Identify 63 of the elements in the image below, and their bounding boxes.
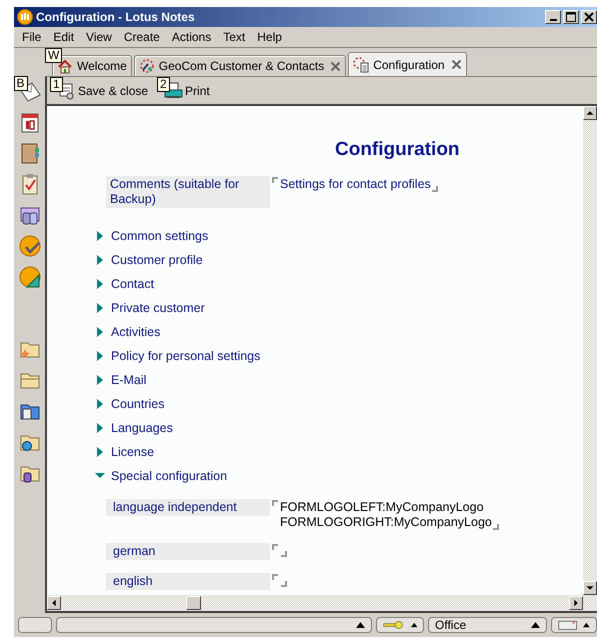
input-field[interactable] [270, 573, 288, 587]
input-field[interactable] [270, 543, 288, 557]
field-label: Comments (suitable for Backup) [106, 176, 270, 208]
document-title: Configuration [335, 139, 461, 161]
menu-item[interactable]: Edit [47, 30, 80, 44]
menu-item[interactable]: View [80, 30, 118, 44]
section-header[interactable]: Customer profile [94, 248, 583, 272]
status-panel [18, 617, 52, 633]
scroll-right-icon[interactable] [569, 596, 583, 610]
maximize-icon [566, 12, 576, 22]
input-field[interactable]: Settings for contact profiles [270, 176, 439, 192]
section-header[interactable]: Common settings [94, 224, 583, 248]
shortcut-badge: 2 [157, 77, 170, 92]
menu-item[interactable]: File [16, 30, 48, 44]
menu-item[interactable]: Help [251, 30, 288, 44]
maximize-button[interactable] [563, 10, 579, 24]
section-header[interactable]: Policy for personal settings [94, 344, 583, 368]
field-label: english [106, 573, 270, 590]
menu-item[interactable]: Create [118, 30, 166, 44]
section-header[interactable]: Special configuration [94, 464, 583, 488]
menu-item[interactable]: Actions [166, 30, 218, 44]
scroll-up-icon[interactable] [583, 106, 597, 120]
close-icon [584, 12, 594, 22]
minimize-button[interactable] [545, 10, 561, 24]
up-arrow-icon[interactable] [531, 622, 540, 628]
scroll-down-icon[interactable] [583, 581, 597, 595]
up-arrow-icon[interactable] [410, 622, 417, 628]
window-title: Configuration - Lotus Notes [36, 10, 196, 24]
check-badge-icon[interactable] [18, 234, 42, 258]
triangle-badge-icon[interactable] [18, 265, 42, 289]
house-icon [57, 58, 73, 74]
inbox-icon [558, 618, 578, 632]
section-header[interactable]: Private customer [94, 296, 583, 320]
input-field[interactable]: FORMLOGOLEFT:MyCompanyLogo FORMLOGORIGHT:MyCompanyLogo [270, 499, 500, 530]
section-header[interactable]: Contact [94, 272, 583, 296]
section-header[interactable]: Countries [94, 392, 583, 416]
minimize-icon [550, 19, 556, 21]
shortcut-badge: 1 [50, 77, 63, 92]
scroll-left-icon[interactable] [47, 596, 61, 610]
horizontal-scrollbar[interactable] [47, 595, 597, 613]
tab[interactable]: GeoCom Customer & Contacts [134, 55, 346, 76]
field-label: german [106, 543, 270, 560]
close-icon[interactable] [450, 59, 462, 70]
section-header[interactable]: License [94, 440, 583, 464]
mail-panel[interactable] [551, 617, 597, 633]
menu-item[interactable]: Text [217, 30, 252, 44]
section-header[interactable]: Languages [94, 416, 583, 440]
section-header[interactable]: Activities [94, 320, 583, 344]
shortcut-badge: W [45, 48, 62, 63]
vertical-scrollbar[interactable] [583, 106, 597, 595]
shortcut-badge: B [14, 76, 28, 91]
location-panel[interactable]: Office [428, 617, 547, 633]
up-arrow-icon[interactable] [356, 622, 365, 628]
up-arrow-icon[interactable] [583, 622, 590, 628]
app-logo-icon [17, 9, 33, 25]
close-icon[interactable] [330, 60, 342, 72]
section-header[interactable]: E-Mail [94, 368, 583, 392]
field-label: language independent [106, 499, 270, 516]
close-button[interactable] [581, 10, 597, 24]
tab[interactable]: Configuration [348, 52, 467, 76]
key-icon [383, 619, 405, 631]
security-panel[interactable] [376, 617, 424, 633]
scroll-thumb[interactable] [186, 596, 201, 610]
